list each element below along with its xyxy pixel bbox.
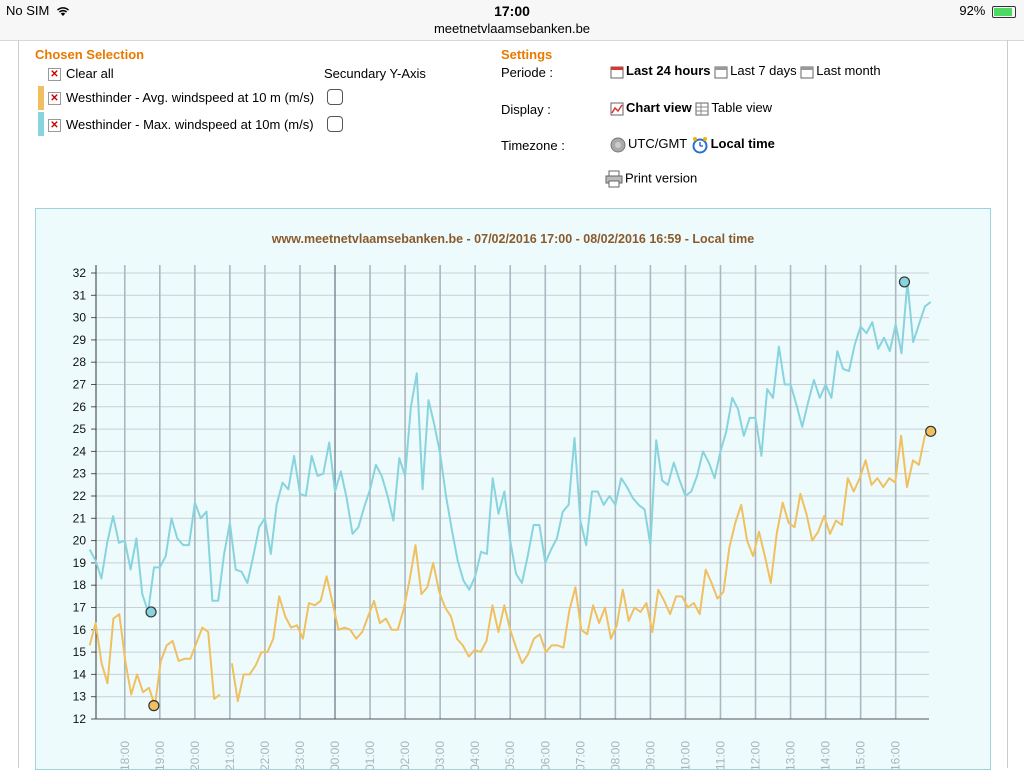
print-version-link[interactable]: Print version <box>605 170 697 188</box>
x-tick-label: 12:00 <box>749 741 763 769</box>
y-tick-label: 18 <box>73 578 87 592</box>
globe-icon <box>610 137 626 153</box>
x-tick-label: 16:00 <box>889 741 903 769</box>
x-tick-label: 01:00 <box>363 741 377 769</box>
chart-icon <box>610 102 624 116</box>
x-tick-label: 06:00 <box>538 741 552 769</box>
option-last-month[interactable]: Last month <box>800 63 881 79</box>
battery-percent: 92% <box>959 3 986 18</box>
y-tick-label: 27 <box>73 378 87 392</box>
x-tick-label: 22:00 <box>258 741 272 769</box>
calendar-icon <box>714 66 728 79</box>
extreme-point-marker <box>145 606 157 618</box>
url-bar[interactable]: meetnetvlaamsebanken.be <box>0 21 1024 36</box>
y-tick-label: 20 <box>73 534 87 548</box>
x-tick-label: 23:00 <box>293 741 307 769</box>
x-tick-label: 11:00 <box>713 741 727 769</box>
x-tick-label: 14:00 <box>819 741 833 769</box>
y-tick-label: 22 <box>73 489 87 503</box>
series-line-0 <box>88 613 221 707</box>
extreme-point-marker <box>898 276 911 288</box>
x-tick-label: 20:00 <box>188 741 202 769</box>
alarm-clock-icon <box>692 137 708 154</box>
option-table-view[interactable]: Table view <box>695 100 772 116</box>
y-tick-label: 14 <box>73 667 87 681</box>
extreme-point-marker <box>925 425 937 437</box>
battery-icon <box>992 5 1016 18</box>
remove-series-icon[interactable]: ✕ <box>48 119 61 133</box>
y-tick-label: 12 <box>73 712 87 726</box>
y-tick-label: 30 <box>73 311 87 325</box>
y-tick-label: 28 <box>73 355 87 369</box>
y-tick-label: 32 <box>73 266 87 280</box>
y-tick-label: 23 <box>73 467 87 481</box>
x-tick-label: 03:00 <box>433 741 447 769</box>
chart-panel: www.meetnetvlaamsebanken.be - 07/02/2016… <box>35 208 991 771</box>
clear-all-button[interactable]: ✕ Clear all <box>48 66 114 82</box>
x-tick-label: 21:00 <box>223 741 237 769</box>
x-tick-label: 18:00 <box>118 741 132 769</box>
series-color-swatch <box>38 112 44 136</box>
series-row-avg: ✕ Westhinder - Avg. windspeed at 10 m (m/… <box>48 90 315 106</box>
x-tick-label: 13:00 <box>784 741 798 769</box>
y-tick-label: 29 <box>73 333 87 347</box>
x-tick-label: 05:00 <box>503 741 517 769</box>
y-tick-label: 21 <box>73 511 87 525</box>
calendar-icon <box>610 66 624 79</box>
x-tick-label: 10:00 <box>678 741 692 769</box>
option-utc[interactable]: UTC/GMT <box>610 136 687 153</box>
windspeed-chart: www.meetnetvlaamsebanken.be - 07/02/2016… <box>73 232 937 771</box>
series-label: Westhinder - Avg. windspeed at 10 m (m/s… <box>66 90 315 105</box>
series-label: Westhinder - Max. windspeed at 10m (m/s) <box>66 117 314 132</box>
chosen-selection-heading: Chosen Selection <box>35 47 145 62</box>
chart-title: www.meetnetvlaamsebanken.be - 07/02/2016… <box>271 232 754 246</box>
option-last-24-hours[interactable]: Last 24 hours <box>610 63 711 79</box>
option-chart-view[interactable]: Chart view <box>610 100 692 116</box>
ios-status-bar: No SIM 17:00 meetnetvlaamsebanken.be 92% <box>0 0 1024 41</box>
y-tick-label: 16 <box>73 623 87 637</box>
series-row-max: ✕ Westhinder - Max. windspeed at 10m (m/s… <box>48 117 314 133</box>
secondary-axis-checkbox[interactable] <box>327 116 343 132</box>
timezone-label: Timezone : <box>501 138 565 153</box>
x-tick-label: 07:00 <box>573 741 587 769</box>
y-tick-label: 19 <box>73 556 87 570</box>
remove-series-icon[interactable]: ✕ <box>48 92 61 106</box>
secondary-axis-checkbox[interactable] <box>327 89 343 105</box>
option-last-7-days[interactable]: Last 7 days <box>714 63 797 79</box>
secondary-axis-header: Secundary Y-Axis <box>324 66 426 81</box>
display-options: Chart view Table view <box>610 100 772 116</box>
periode-options: Last 24 hours Last 7 days Last month <box>610 63 881 79</box>
printer-icon <box>605 170 623 188</box>
y-tick-label: 17 <box>73 601 87 615</box>
option-local-time[interactable]: Local time <box>691 136 775 154</box>
calendar-icon <box>800 66 814 79</box>
x-tick-label: 04:00 <box>468 741 482 769</box>
x-tick-label: 00:00 <box>328 741 342 769</box>
x-tick-label: 15:00 <box>854 741 868 769</box>
series-color-swatch <box>38 86 44 110</box>
y-tick-label: 24 <box>73 444 87 458</box>
x-tick-label: 02:00 <box>398 741 412 769</box>
x-tick-label: 09:00 <box>643 741 657 769</box>
y-tick-label: 13 <box>73 690 87 704</box>
x-tick-label: 19:00 <box>153 741 167 769</box>
y-tick-label: 15 <box>73 645 87 659</box>
clock: 17:00 <box>494 3 530 19</box>
y-tick-label: 31 <box>73 288 87 302</box>
x-tick-label: 08:00 <box>608 741 622 769</box>
battery-status: 92% <box>959 3 1016 18</box>
display-label: Display : <box>501 102 551 117</box>
settings-heading: Settings <box>501 47 553 62</box>
y-tick-label: 26 <box>73 400 87 414</box>
remove-icon: ✕ <box>48 68 61 82</box>
table-icon <box>695 102 709 116</box>
periode-label: Periode : <box>501 65 554 80</box>
y-tick-label: 25 <box>73 422 87 436</box>
extreme-point-marker <box>148 700 160 712</box>
timezone-options: UTC/GMT Local time <box>610 136 775 154</box>
clear-all-label: Clear all <box>66 66 114 81</box>
